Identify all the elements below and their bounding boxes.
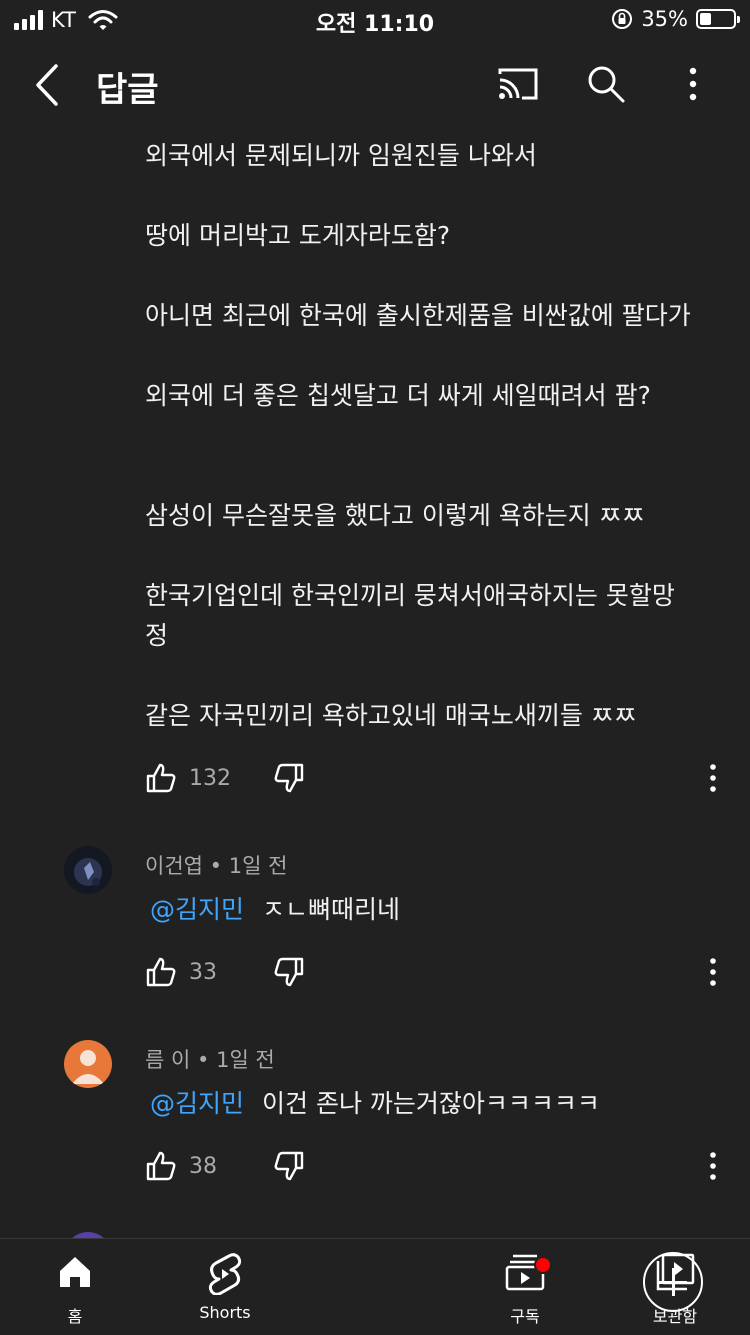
comment-thread[interactable]: 외국에서 문제되니까 임원진들 나와서 땅에 머리박고 도게자라도함? 아니면 … <box>0 128 750 1238</box>
comment-text-line: 외국에 더 좋은 칩셋달고 더 싸게 세일때려서 팜? <box>145 381 651 410</box>
like-count: 132 <box>189 766 231 791</box>
like-icon[interactable] <box>145 1150 177 1182</box>
reply-body: ㅈㄴ뼈때리네 <box>262 895 401 924</box>
page-title: 답글 <box>96 70 159 110</box>
reply-time: 1일 전 <box>228 854 288 878</box>
reply-time: 1일 전 <box>216 1048 275 1072</box>
home-icon <box>60 1257 90 1287</box>
dislike-icon[interactable] <box>273 956 305 988</box>
rotation-lock-icon <box>612 9 633 29</box>
battery-percent: 35% <box>641 7 688 31</box>
notification-dot <box>534 1256 552 1274</box>
tab-subscriptions[interactable]: 구독 <box>450 1239 600 1335</box>
comment-actions: 132 <box>145 762 735 802</box>
library-icon <box>656 1253 695 1291</box>
tab-label: 홈 <box>67 1307 83 1326</box>
tab-create[interactable] <box>300 1239 703 1335</box>
comment-text-line: 정 <box>145 621 169 650</box>
comment-text-line: 땅에 머리박고 도게자라도함? <box>145 221 451 250</box>
reply-actions: 38 <box>145 1150 735 1190</box>
reply-meta: 이건엽 • 1일 전 <box>145 854 288 878</box>
comment-text-line: 삼성이 무슨잘못을 했다고 이렇게 욕하는지 ㅉㅉ <box>145 501 645 530</box>
reply-body: 이건 존나 까는거잖아ㅋㅋㅋㅋㅋ <box>262 1089 600 1118</box>
app-bar: 답글 <box>0 42 750 128</box>
tab-label: 구독 <box>510 1307 540 1326</box>
search-icon[interactable] <box>586 64 626 104</box>
reply-author[interactable]: 름 이 <box>145 1048 190 1072</box>
tab-label: 보관함 <box>652 1307 698 1326</box>
avatar[interactable] <box>64 1040 112 1088</box>
like-count: 33 <box>189 960 217 985</box>
dislike-icon[interactable] <box>273 762 305 794</box>
battery-icon <box>696 9 740 29</box>
tab-home[interactable]: 홈 <box>0 1239 150 1335</box>
tab-label: Shorts <box>199 1303 251 1322</box>
reply-actions: 33 <box>145 956 735 996</box>
status-bar: KT 오전 11:10 35% <box>0 0 750 42</box>
more-options-icon[interactable] <box>678 64 708 104</box>
comment-menu-icon[interactable] <box>705 762 721 794</box>
reply-text: @김지민 이건 존나 까는거잖아ㅋㅋㅋㅋㅋ <box>150 1084 600 1120</box>
reply-menu-icon[interactable] <box>705 1150 721 1182</box>
mention-link[interactable]: @김지민 <box>150 1089 244 1118</box>
tab-shorts[interactable]: Shorts <box>150 1239 300 1335</box>
reply-meta: 름 이 • 1일 전 <box>145 1048 275 1072</box>
like-icon[interactable] <box>145 956 177 988</box>
comment-text-line: 같은 자국민끼리 욕하고있네 매국노새끼들 ㅉㅉ <box>145 701 637 730</box>
tab-library[interactable]: 보관함 <box>600 1239 750 1335</box>
comment-text-line: 외국에서 문제되니까 임원진들 나와서 <box>145 141 537 170</box>
avatar[interactable] <box>64 846 112 894</box>
cast-icon[interactable] <box>496 66 540 102</box>
bottom-navigation: 홈 Shorts 구독 보관함 <box>0 1238 750 1335</box>
reply-menu-icon[interactable] <box>705 956 721 988</box>
comment-text-line: 한국기업인데 한국인끼리 뭉쳐서애국하지는 못할망 <box>145 581 675 610</box>
comment-text-line: 아니면 최근에 한국에 출시한제품을 비싼값에 팔다가 <box>145 301 691 330</box>
dislike-icon[interactable] <box>273 1150 305 1182</box>
like-count: 38 <box>189 1154 217 1179</box>
battery-fill <box>700 13 711 25</box>
like-icon[interactable] <box>145 762 177 794</box>
reply-author[interactable]: 이건엽 <box>145 854 203 878</box>
back-arrow-icon[interactable] <box>28 62 68 108</box>
shorts-icon <box>208 1253 242 1295</box>
mention-link[interactable]: @김지민 <box>150 895 244 924</box>
reply-text: @김지민 ㅈㄴ뼈때리네 <box>150 890 400 926</box>
